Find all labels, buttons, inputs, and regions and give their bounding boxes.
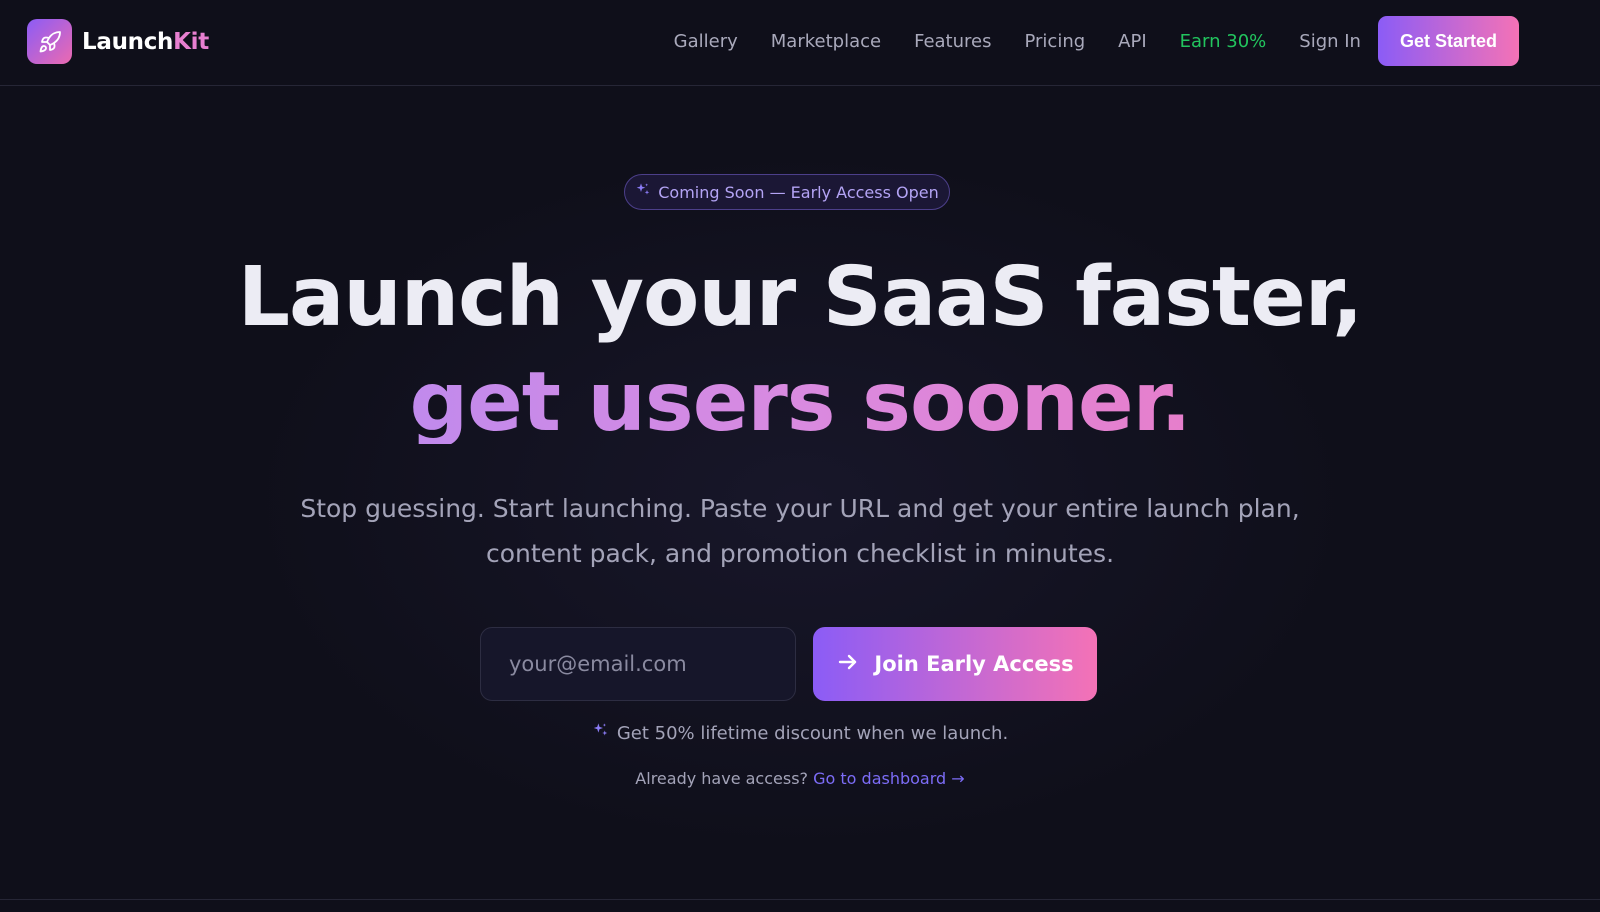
- nav-link-features[interactable]: Features: [914, 31, 991, 52]
- join-button-label: Join Early Access: [874, 652, 1074, 676]
- hero-subtitle: Stop guessing. Start launching. Paste yo…: [300, 494, 1300, 568]
- nav-link-marketplace[interactable]: Marketplace: [771, 31, 881, 52]
- nav-link-api[interactable]: API: [1118, 31, 1146, 52]
- nav-link-sign-in[interactable]: Sign In: [1299, 31, 1361, 52]
- email-input[interactable]: [480, 627, 796, 701]
- headline-line1: Launch your SaaS faster,: [237, 250, 1364, 345]
- sparkles-icon: [592, 722, 609, 744]
- sparkles-icon: [635, 182, 651, 202]
- early-access-badge: Coming Soon — Early Access Open: [624, 174, 950, 210]
- join-early-access-button[interactable]: Join Early Access: [813, 627, 1097, 701]
- already-access-line: Already have access? Go to dashboard →: [0, 769, 1600, 788]
- top-navbar: LaunchKit Gallery Marketplace Features P…: [0, 0, 1600, 86]
- discount-text: Get 50% lifetime discount when we launch…: [616, 722, 1009, 744]
- nav-link-gallery[interactable]: Gallery: [674, 31, 738, 52]
- rocket-icon: [27, 19, 72, 64]
- go-to-dashboard-link[interactable]: Go to dashboard →: [813, 769, 965, 788]
- arrow-right-icon: [836, 650, 860, 679]
- badge-text: Coming Soon — Early Access Open: [658, 182, 939, 202]
- headline-line2: get users sooner.: [0, 362, 1600, 444]
- section-divider: [0, 899, 1600, 900]
- nav-link-pricing[interactable]: Pricing: [1024, 31, 1085, 52]
- nav-links: Gallery Marketplace Features Pricing API…: [641, 16, 1519, 66]
- discount-note: Get 50% lifetime discount when we launch…: [0, 722, 1600, 744]
- nav-link-earn[interactable]: Earn 30%: [1180, 31, 1267, 52]
- brand-logo-link[interactable]: LaunchKit: [27, 19, 209, 64]
- brand-name: LaunchKit: [82, 28, 209, 55]
- already-access-text: Already have access?: [635, 769, 809, 788]
- get-started-button[interactable]: Get Started: [1377, 16, 1519, 66]
